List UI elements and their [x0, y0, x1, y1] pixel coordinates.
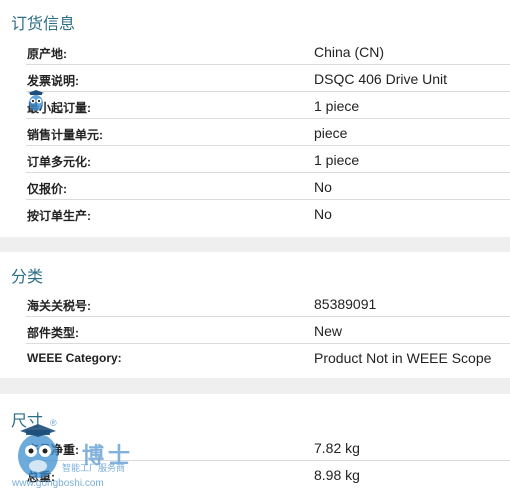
section-title: 尺寸: [11, 413, 44, 430]
row-value: 1 piece: [314, 152, 360, 168]
row-label: 原产地:: [27, 47, 67, 61]
row-label: 销售计量单元:: [27, 128, 103, 142]
row-value: 85389091: [314, 296, 377, 312]
table-row: 销售计量单元: piece: [26, 119, 510, 146]
row-label: WEEE Category:: [27, 351, 122, 365]
row-value: piece: [314, 125, 348, 141]
row-value: No: [314, 206, 332, 222]
section-title: 分类: [11, 269, 44, 286]
table-row: 海关关税号: 85389091: [26, 290, 510, 317]
section-title: 订货信息: [11, 16, 76, 33]
row-value: DSQC 406 Drive Unit: [314, 71, 448, 87]
row-label: 最小起订量:: [27, 101, 91, 115]
table-row: 订单多元化: 1 piece: [26, 146, 510, 173]
row-label: 产品净重:: [27, 443, 79, 457]
section-dimensions: 尺寸 产品净重: 7.82 kg 总重: 8.98 kg: [0, 394, 510, 502]
section-ordering-info: 订货信息 原产地: China (CN) 发票说明: DSQC 406 Driv…: [0, 0, 510, 237]
table-row: 部件类型: New: [26, 317, 510, 344]
table-row: 总重: 8.98 kg: [26, 461, 510, 488]
table-row: 按订单生产: No: [26, 200, 510, 227]
info-table: 产品净重: 7.82 kg 总重: 8.98 kg: [26, 434, 510, 488]
row-label: 订单多元化:: [27, 155, 91, 169]
table-row: 仅报价: No: [26, 173, 510, 200]
row-value: No: [314, 179, 332, 195]
table-row: 发票说明: DSQC 406 Drive Unit: [26, 65, 510, 92]
row-value: New: [314, 323, 343, 339]
row-value: 8.98 kg: [314, 467, 360, 483]
row-value: China (CN): [314, 44, 385, 60]
row-value: Product Not in WEEE Scope: [314, 350, 492, 366]
table-row: WEEE Category: Product Not in WEEE Scope: [26, 344, 510, 371]
row-label: 部件类型:: [27, 326, 79, 340]
row-label: 海关关税号:: [27, 299, 91, 313]
row-label: 总重:: [27, 470, 55, 484]
section-classification: 分类 海关关税号: 85389091 部件类型: New WEEE Catego…: [0, 252, 510, 378]
table-row: 产品净重: 7.82 kg: [26, 434, 510, 461]
row-label: 仅报价:: [27, 182, 67, 196]
row-value: 1 piece: [314, 98, 360, 114]
row-label: 按订单生产:: [27, 209, 91, 223]
table-row: 原产地: China (CN): [26, 38, 510, 65]
row-label: 发票说明:: [27, 74, 79, 88]
info-table: 原产地: China (CN) 发票说明: DSQC 406 Drive Uni…: [26, 38, 510, 227]
table-row: 最小起订量: 1 piece: [26, 92, 510, 119]
info-table: 海关关税号: 85389091 部件类型: New WEEE Category:…: [26, 290, 510, 371]
row-value: 7.82 kg: [314, 440, 360, 456]
